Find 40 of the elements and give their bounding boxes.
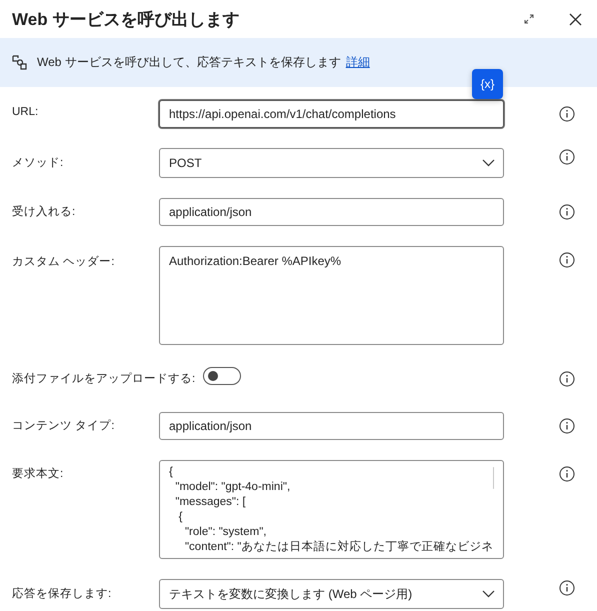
text-field[interactable]: application/json xyxy=(159,198,504,226)
text-field[interactable]: application/json xyxy=(159,412,504,440)
field-label: 応答を保存します: xyxy=(12,586,112,601)
text-field[interactable]: https://api.openai.com/v1/chat/completions xyxy=(159,100,504,128)
info-icon[interactable] xyxy=(559,466,575,482)
field-label: メソッド: xyxy=(12,156,64,170)
field-label: 添付ファイルをアップロードする: xyxy=(12,371,196,386)
variables-button[interactable]: {x} xyxy=(472,69,503,99)
code-line: { xyxy=(178,510,184,525)
dropdown[interactable]: POST xyxy=(159,148,504,178)
chevron-down-icon xyxy=(482,590,495,598)
field-label: カスタム ヘッダー: xyxy=(12,254,116,269)
dropdown[interactable]: テキストを変数に変換します (Web ページ用) xyxy=(159,579,504,609)
field-label: コンテンツ タイプ: xyxy=(12,418,116,433)
info-icon[interactable] xyxy=(559,106,575,122)
toggle-switch[interactable] xyxy=(203,367,242,385)
code-line: "content": "あなたは日本語に対応した丁寧で正確なビジネ xyxy=(184,540,494,555)
field-label: 要求本文: xyxy=(12,466,64,481)
code-line: "model": "gpt-4o-mini", xyxy=(174,480,292,495)
info-icon[interactable] xyxy=(559,204,575,220)
web-service-icon xyxy=(12,54,29,70)
details-link[interactable]: 詳細 xyxy=(346,54,370,71)
info-icon[interactable] xyxy=(559,580,575,596)
code-line: "role": "system", xyxy=(184,525,268,540)
info-icon[interactable] xyxy=(559,418,575,434)
text-area[interactable]: Authorization:Bearer %APIkey% xyxy=(159,246,504,345)
info-icon[interactable] xyxy=(559,149,575,165)
close-icon[interactable] xyxy=(569,12,582,26)
window-title: Web サービスを呼び出します xyxy=(12,8,240,30)
info-icon[interactable] xyxy=(559,252,575,268)
banner-text: Web サービスを呼び出して、応答テキストを保存します xyxy=(37,54,341,71)
field-label: URL: xyxy=(12,105,40,118)
code-editor[interactable]: { "model": "gpt-4o-mini", "messages": [ { "role": "system", "content": "あなたは日本語に対応した丁寧で正確なビジネ xyxy=(159,460,504,559)
scrollbar-thumb[interactable] xyxy=(493,467,494,489)
field-label: 受け入れる: xyxy=(12,204,76,219)
info-icon[interactable] xyxy=(559,371,575,387)
chevron-down-icon xyxy=(482,159,495,167)
expand-icon[interactable] xyxy=(524,14,534,24)
code-line: "messages": [ xyxy=(174,495,247,510)
code-line: { xyxy=(169,465,174,480)
